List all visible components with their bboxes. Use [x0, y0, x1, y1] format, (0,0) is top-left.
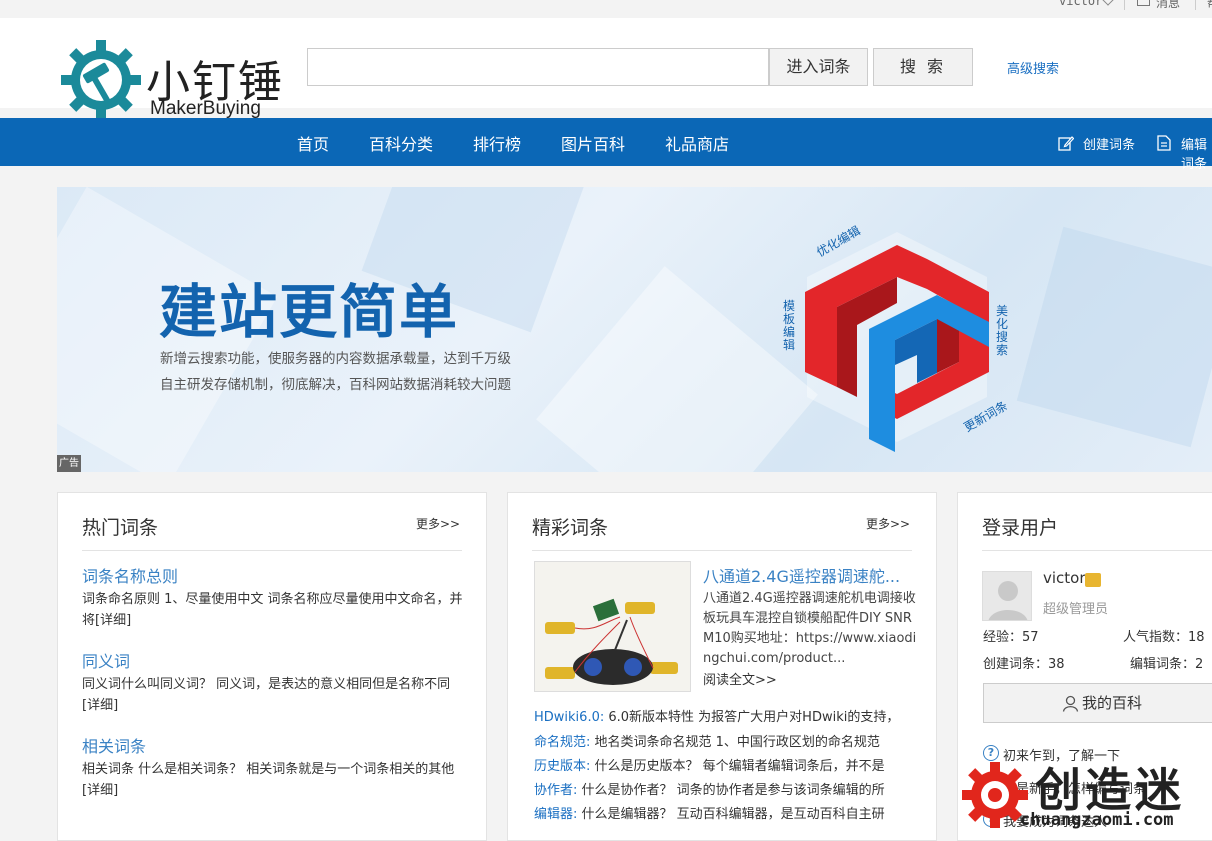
search-input[interactable]	[307, 48, 769, 86]
top-user-bar: victor 消息 帮	[0, 0, 1212, 18]
list-item: 协作者: 什么是协作者？ 词条的协作者是参与该词条编辑的所	[534, 779, 914, 798]
entry-snippet: 地名类词条命名规范 1、中国行政区划的命名规范	[590, 735, 880, 750]
entry-snippet: 什么是协作者？ 词条的协作者是参与该词条编辑的所	[577, 783, 885, 798]
nav-item-ranking[interactable]: 排行榜	[473, 131, 521, 155]
list-item: HDwiki6.0: 6.0新版本特性 为报答广大用户对HDwiki的支持，	[534, 706, 914, 725]
user-icon	[1062, 695, 1079, 712]
entry-summary: 词条命名原则 1、尽量使用中文 词条名称应尽量使用中文命名，并将[详细]	[82, 592, 463, 628]
banner-text-line: 新增云搜索功能，使服务器的内容数据承载量，达到千万级	[160, 351, 511, 367]
messages-link[interactable]: 消息	[1156, 0, 1180, 11]
thumbs-up-badge-icon	[1085, 573, 1101, 587]
site-header: 小钉锤 MakerBuying 进入词条 搜 索 高级搜索	[0, 18, 1212, 120]
banner-decoration	[536, 266, 818, 472]
panel-title: 精彩词条	[532, 517, 609, 539]
username-link[interactable]: victor	[1059, 0, 1102, 8]
my-wiki-button[interactable]: 我的百科	[983, 683, 1212, 723]
entry-keyword-link[interactable]: 历史版本:	[534, 759, 590, 774]
featured-entry-title-link[interactable]: 八通道2.4G遥控器调速舵...	[703, 563, 900, 587]
mail-icon[interactable]	[1137, 0, 1150, 6]
more-link[interactable]: 更多>>	[866, 515, 910, 532]
hexagon-cube-graphic: 优化编辑 更新词条	[805, 223, 1007, 452]
divider	[982, 550, 1212, 551]
entry-keyword-link[interactable]: HDwiki6.0:	[534, 710, 604, 725]
list-item: 编辑器: 什么是编辑器？ 互动百科编辑器，是互动百科自主研	[534, 803, 914, 822]
divider	[1195, 0, 1196, 10]
exp-stat: 经验：57	[983, 630, 1039, 645]
featured-entry-image[interactable]	[534, 561, 691, 692]
watermark: 创造迷 chuangzaomi.com	[960, 752, 1212, 841]
main-nav: 首页 百科分类 排行榜 图片百科 礼品商店 创建词条 编辑词条	[0, 118, 1212, 172]
enter-entry-button[interactable]: 进入词条	[769, 48, 868, 86]
cube-label-right: 美化搜索	[996, 304, 1009, 357]
entry-keyword-link[interactable]: 编辑器:	[534, 807, 577, 822]
read-more-link[interactable]: 阅读全文>>	[703, 669, 777, 688]
entry-snippet: 什么是历史版本？ 每个编辑者编辑词条后，并不是	[590, 759, 885, 774]
more-link[interactable]: 更多>>	[416, 515, 460, 532]
rc-controller-photo	[535, 562, 690, 691]
cube-label-left: 模板编辑	[783, 299, 796, 352]
entry-summary: 相关词条 什么是相关词条？ 相关词条就是与一个词条相关的其他[详细]	[82, 762, 455, 798]
help-link[interactable]: 帮	[1207, 0, 1212, 11]
entry-title-link[interactable]: 相关词条	[82, 733, 146, 757]
nav-item-home[interactable]: 首页	[297, 131, 329, 155]
user-role: 超级管理员	[1043, 602, 1109, 617]
entry-snippet: 6.0新版本特性 为报答广大用户对HDwiki的支持，	[604, 710, 900, 725]
list-item: 历史版本: 什么是历史版本？ 每个编辑者编辑词条后，并不是	[534, 755, 914, 774]
nav-item-categories[interactable]: 百科分类	[369, 131, 433, 155]
divider	[82, 550, 462, 551]
panel-title: 热门词条	[82, 517, 159, 539]
entry-title-link[interactable]: 同义词	[82, 648, 130, 672]
list-item: 命名规范: 地名类词条命名规范 1、中国行政区划的命名规范	[534, 731, 914, 750]
entry-keyword-link[interactable]: 协作者:	[534, 783, 577, 798]
avatar[interactable]	[982, 571, 1032, 621]
divider	[1124, 0, 1125, 10]
entry-keyword-link[interactable]: 命名规范:	[534, 735, 590, 750]
document-icon[interactable]	[1156, 135, 1172, 151]
chevron-down-icon[interactable]	[1102, 0, 1114, 6]
banner-title: 建站更简单	[159, 278, 460, 346]
login-username[interactable]: victor	[1043, 569, 1086, 587]
my-wiki-label: 我的百科	[1082, 694, 1143, 712]
entry-summary: 同义词什么叫同义词？ 同义词，是表达的意义相同但是名称不同[详细]	[82, 677, 451, 713]
panel-title: 登录用户	[982, 517, 1059, 539]
banner-text-line: 自主研发存储机制，彻底解决，百科网站数据消耗较大问题	[160, 377, 511, 393]
edit-pen-icon[interactable]	[1058, 135, 1074, 151]
divider	[532, 550, 912, 551]
featured-entries-panel: 精彩词条 更多>> 八通道2.4G遥控器调速舵... 八通道2.4G遥控器调速舵…	[507, 492, 937, 841]
search-button[interactable]: 搜 索	[873, 48, 973, 86]
logo-text-en[interactable]: MakerBuying	[150, 98, 261, 120]
ad-banner[interactable]: 建站更简单 新增云搜索功能，使服务器的内容数据承载量，达到千万级 自主研发存储机…	[57, 187, 1212, 472]
watermark-text-en: chuangzaomi.com	[1020, 810, 1174, 830]
user-silhouette-icon	[988, 581, 1028, 620]
gear-hammer-logo-icon[interactable]	[59, 38, 143, 122]
featured-entry-summary: 八通道2.4G遥控器调速舵机电调接收板玩具车混控自锁模船配件DIY SNRM10…	[703, 591, 917, 666]
edit-entry-link[interactable]: 编辑词条	[1181, 134, 1212, 172]
ad-tag: 广告	[57, 455, 81, 472]
create-entry-link[interactable]: 创建词条	[1083, 134, 1135, 153]
nav-item-gift-shop[interactable]: 礼品商店	[665, 131, 729, 155]
entry-snippet: 什么是编辑器？ 互动百科编辑器，是互动百科自主研	[577, 807, 885, 822]
hot-entries-panel: 热门词条 更多>> 词条名称总则 词条命名原则 1、尽量使用中文 词条名称应尽量…	[57, 492, 487, 841]
popularity-stat: 人气指数：18	[1123, 630, 1205, 645]
edited-entries-stat: 编辑词条：2	[1130, 657, 1204, 672]
banner-decoration	[1016, 226, 1212, 448]
nav-item-image-wiki[interactable]: 图片百科	[561, 131, 625, 155]
advanced-search-link[interactable]: 高级搜索	[1007, 58, 1059, 77]
created-entries-stat: 创建词条：38	[983, 657, 1065, 672]
entry-title-link[interactable]: 词条名称总则	[82, 563, 178, 587]
